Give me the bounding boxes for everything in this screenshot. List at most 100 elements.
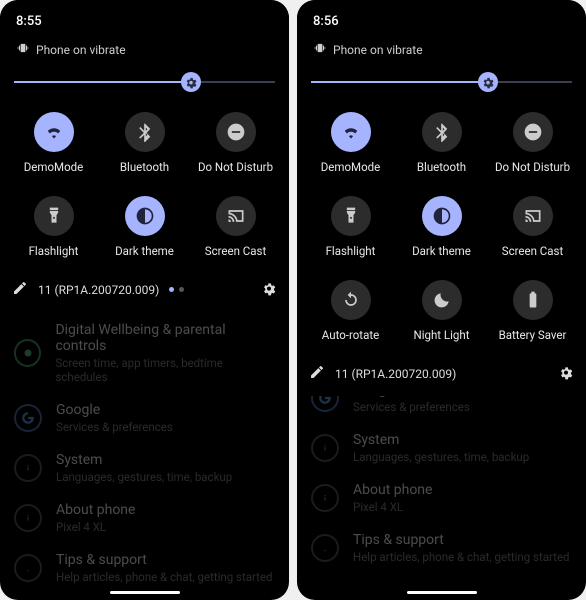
qs-tile-label: Night Light	[414, 328, 470, 342]
settings-item-tips[interactable]: Tips & support Help articles, phone & cha…	[14, 552, 275, 584]
qs-tile-battery-saver[interactable]: Battery Saver	[487, 280, 578, 342]
bluetooth-icon	[125, 112, 165, 152]
settings-item-title: Google	[56, 402, 173, 418]
qs-tile-screen-cast[interactable]: Screen Cast	[190, 196, 281, 258]
settings-item-subtitle: Services & preferences	[353, 400, 470, 414]
qs-tile-label: Screen Cast	[502, 244, 563, 258]
page-dot[interactable]	[179, 287, 184, 292]
settings-item-digital[interactable]: Digital Wellbeing & parental controlsScr…	[14, 322, 275, 384]
battery-icon	[513, 280, 553, 320]
edit-tiles-button[interactable]	[309, 364, 325, 383]
settings-item-subtitle: Languages, gestures, time, backup	[56, 470, 232, 484]
qs-tile-label: DemoMode	[24, 160, 83, 174]
qs-tile-auto-rotate[interactable]: Auto-rotate	[305, 280, 396, 342]
settings-item-about[interactable]: About phonePixel 4 XL	[311, 482, 572, 514]
build-version-text: 11 (RP1A.200720.009)	[38, 283, 159, 297]
page-dot[interactable]	[169, 287, 174, 292]
qs-tile-label: DemoMode	[321, 160, 380, 174]
settings-item-title: Tips & support	[56, 552, 273, 568]
settings-item-system[interactable]: SystemLanguages, gestures, time, backup	[311, 432, 572, 464]
settings-item-google[interactable]: Google Services & preferences	[14, 402, 275, 434]
darktheme-icon	[422, 196, 462, 236]
wellbeing-icon	[14, 339, 41, 367]
qs-tile-label: Do Not Disturb	[495, 160, 570, 174]
help-icon	[14, 554, 42, 582]
qs-tile-dark-theme[interactable]: Dark theme	[99, 196, 190, 258]
notification-shade: 8:56 Phone on vibrate DemoModeBluetoothD…	[297, 0, 586, 396]
settings-item-system[interactable]: System Languages, gestures, time, backup	[14, 452, 275, 484]
navigation-handle[interactable]	[110, 591, 180, 594]
settings-item-subtitle: Services & preferences	[56, 420, 173, 434]
ringer-status-label: Phone on vibrate	[333, 43, 423, 57]
settings-item-subtitle: Screen time, app timers, bedtime schedul…	[55, 356, 275, 384]
qs-page-dots[interactable]	[169, 287, 184, 292]
status-clock: 8:56	[297, 0, 586, 35]
qs-tile-dark-theme[interactable]: Dark theme	[396, 196, 487, 258]
ringer-status-row[interactable]: Phone on vibrate	[297, 35, 586, 68]
rotate-icon	[331, 280, 371, 320]
qs-tile-label: Battery Saver	[499, 328, 567, 342]
help-icon	[311, 534, 339, 562]
qs-tile-label: Do Not Disturb	[198, 160, 273, 174]
qs-tile-label: Flashlight	[326, 244, 376, 258]
qs-tile-label: Bluetooth	[417, 160, 466, 174]
build-version-text: 11 (RP1A.200720.009)	[335, 367, 456, 381]
settings-item-title: About phone	[56, 502, 135, 518]
qs-tile-flashlight[interactable]: Flashlight	[305, 196, 396, 258]
info-icon	[311, 434, 339, 462]
notification-shade: 8:55 Phone on vibrate DemoModeBluetoothD…	[0, 0, 289, 306]
cast-icon	[216, 196, 256, 236]
darktheme-icon	[125, 196, 165, 236]
qs-tile-do-not-disturb[interactable]: Do Not Disturb	[190, 112, 281, 174]
settings-item-subtitle: Pixel 4 XL	[56, 520, 135, 534]
qs-tile-bluetooth[interactable]: Bluetooth	[99, 112, 190, 174]
status-clock: 8:55	[0, 0, 289, 35]
qs-tiles-grid-left: DemoMode Bluetooth Do Not Disturb Flashligh…	[0, 106, 289, 272]
navigation-handle[interactable]	[407, 591, 477, 594]
ringer-status-row[interactable]: Phone on vibrate	[0, 35, 289, 68]
qs-tile-do-not-disturb[interactable]: Do Not Disturb	[487, 112, 578, 174]
settings-background: GoogleServices & preferencesSystemLangua…	[297, 382, 586, 564]
vibrate-icon	[313, 41, 327, 58]
qs-tile-label: Dark theme	[412, 244, 471, 258]
night-icon	[422, 280, 462, 320]
qs-tile-label: Flashlight	[29, 244, 79, 258]
qs-tile-label: Auto-rotate	[322, 328, 379, 342]
qs-footer: 11 (RP1A.200720.009)	[0, 272, 289, 309]
dnd-icon	[216, 112, 256, 152]
flashlight-icon	[331, 196, 371, 236]
wifi-icon	[331, 112, 371, 152]
qs-tile-bluetooth[interactable]: Bluetooth	[396, 112, 487, 174]
ringer-status-label: Phone on vibrate	[36, 43, 126, 57]
settings-item-about[interactable]: About phone Pixel 4 XL	[14, 502, 275, 534]
settings-button[interactable]	[261, 280, 277, 299]
info-icon	[311, 484, 339, 512]
vibrate-icon	[16, 41, 30, 58]
qs-tile-demomode[interactable]: DemoMode	[8, 112, 99, 174]
dnd-icon	[513, 112, 553, 152]
brightness-slider[interactable]	[14, 72, 275, 92]
qs-tile-label: Screen Cast	[205, 244, 266, 258]
settings-item-title: System	[353, 432, 529, 448]
wifi-icon	[34, 112, 74, 152]
qs-tiles-grid-right: DemoMode Bluetooth Do Not Disturb Flashligh…	[297, 106, 586, 356]
qs-tile-label: Dark theme	[115, 244, 174, 258]
info-icon	[14, 504, 42, 532]
bluetooth-icon	[422, 112, 462, 152]
settings-background: Digital Wellbeing & parental controlsScr…	[0, 322, 289, 584]
settings-item-title: System	[56, 452, 232, 468]
brightness-slider[interactable]	[311, 72, 572, 92]
google-icon	[14, 404, 42, 432]
settings-button[interactable]	[558, 364, 574, 383]
settings-item-tips[interactable]: Tips & supportHelp articles, phone & cha…	[311, 532, 572, 564]
qs-tile-flashlight[interactable]: Flashlight	[8, 196, 99, 258]
qs-tile-label: Bluetooth	[120, 160, 169, 174]
phone-screenshot-left: Digital Wellbeing & parental controlsScr…	[0, 0, 289, 600]
qs-tile-demomode[interactable]: DemoMode	[305, 112, 396, 174]
qs-tile-night-light[interactable]: Night Light	[396, 280, 487, 342]
settings-item-subtitle: Help articles, phone & chat, getting sta…	[56, 570, 273, 584]
edit-tiles-button[interactable]	[12, 280, 28, 299]
settings-item-subtitle: Pixel 4 XL	[353, 500, 432, 514]
qs-tile-screen-cast[interactable]: Screen Cast	[487, 196, 578, 258]
phone-screenshot-right: GoogleServices & preferencesSystemLangua…	[297, 0, 586, 600]
